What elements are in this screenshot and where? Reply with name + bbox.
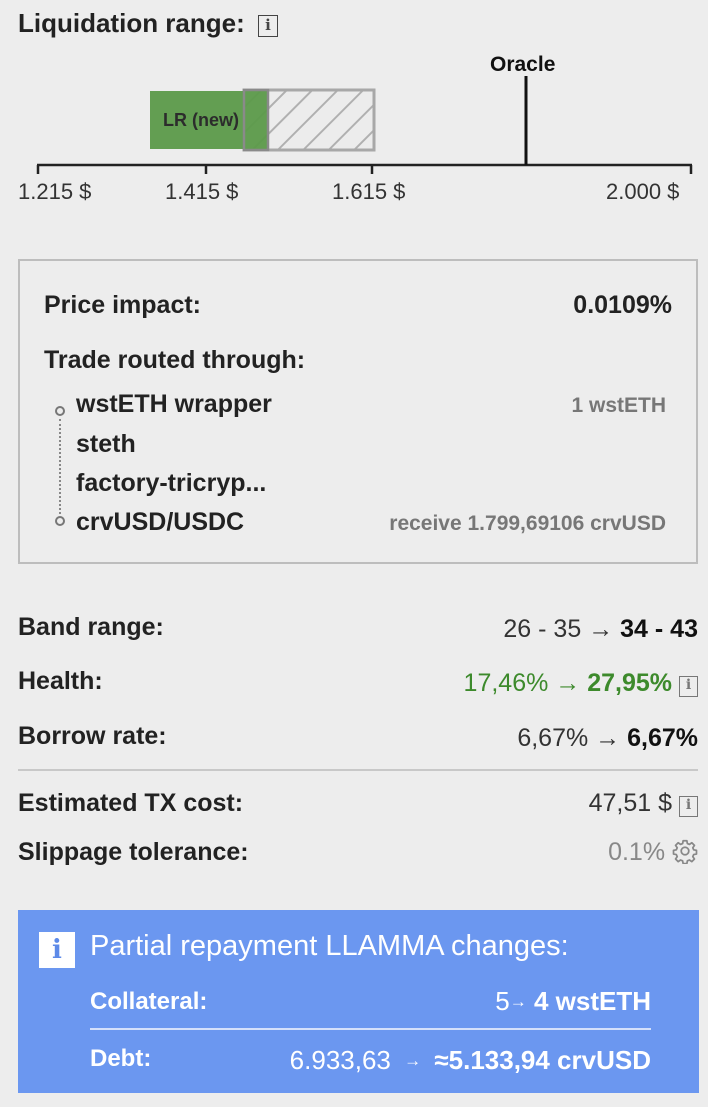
arrow-icon: →	[595, 724, 621, 752]
collateral-from: 5	[495, 986, 510, 1016]
band-range-to: 34 - 43	[620, 615, 698, 643]
gear-icon[interactable]	[672, 838, 698, 871]
health-from: 17,46%	[463, 669, 549, 697]
route-start-dot	[55, 406, 65, 416]
liquidation-range-label: Liquidation range:	[18, 8, 245, 38]
arrow-icon: →	[588, 615, 614, 643]
band-range-label: Band range:	[18, 613, 164, 641]
borrow-rate-to: 6,67%	[627, 724, 698, 752]
borrow-rate-value: 6,67% → 6,67%	[517, 724, 698, 753]
slippage-label: Slippage tolerance:	[18, 838, 249, 866]
liquidation-range-chart	[36, 76, 693, 174]
route-step: wstETH wrapper	[76, 390, 272, 418]
tx-cost-amount: 47,51 $	[588, 789, 673, 817]
arrow-icon: →	[555, 669, 581, 697]
route-receive-amount: receive 1.799,69106 crvUSD	[389, 512, 666, 535]
debt-from: 6.933,63	[289, 1045, 391, 1075]
collateral-to: 4 wstETH	[533, 986, 651, 1016]
llamma-changes-panel: i Partial repayment LLAMMA changes: Coll…	[18, 910, 699, 1093]
arrow-icon: →	[509, 992, 527, 1011]
trade-summary-card: Price impact: 0.0109% Trade routed throu…	[18, 259, 698, 564]
debt-to: ≈5.133,94 crvUSD	[434, 1045, 651, 1075]
info-icon: i	[39, 932, 75, 968]
oracle-label: Oracle	[490, 53, 556, 76]
health-info-icon[interactable]: i	[679, 676, 698, 697]
health-value: 17,46% → 27,95% i	[464, 669, 698, 698]
collateral-label: Collateral:	[90, 988, 208, 1015]
lr-new-label: LR (new)	[163, 110, 239, 130]
section-divider	[18, 769, 698, 771]
slippage-value: 0.1%	[608, 838, 698, 871]
slippage-amount: 0.1%	[608, 838, 666, 866]
tx-cost-value: 47,51 $ i	[589, 789, 698, 818]
route-input-amount: 1 wstETH	[571, 394, 666, 417]
routed-through-label: Trade routed through:	[44, 346, 306, 374]
health-label: Health:	[18, 667, 103, 695]
price-impact-value: 0.0109%	[573, 291, 672, 319]
tx-cost-info-icon[interactable]: i	[679, 796, 698, 817]
tx-cost-label: Estimated TX cost:	[18, 789, 244, 817]
band-range-from: 26 - 35	[503, 615, 582, 643]
price-impact-label: Price impact:	[44, 291, 202, 319]
axis-label-3: 1.615 $	[332, 179, 406, 204]
route-step: factory-tricryp...	[76, 469, 267, 497]
debt-label: Debt:	[90, 1045, 152, 1072]
liquidation-range-title: Liquidation range: i	[18, 8, 278, 39]
route-end-dot	[55, 516, 65, 526]
arrow-icon: →	[404, 1051, 422, 1070]
axis-label-max: 2.000 $	[606, 179, 680, 204]
axis-label-2: 1.415 $	[165, 179, 239, 204]
route-connector	[59, 419, 61, 514]
llamma-changes-title: Partial repayment LLAMMA changes:	[90, 930, 569, 962]
band-range-value: 26 - 35 → 34 - 43	[503, 615, 698, 644]
route-step: crvUSD/USDC	[76, 508, 245, 536]
debt-change: 6.933,63 → ≈5.133,94 crvUSD	[290, 1045, 651, 1076]
info-icon[interactable]: i	[258, 15, 278, 37]
changes-divider	[90, 1028, 651, 1030]
axis-label-min: 1.215 $	[18, 179, 92, 204]
collateral-change: 5→ 4 wstETH	[495, 986, 651, 1017]
route-step: steth	[76, 430, 136, 458]
health-to: 27,95%	[587, 669, 673, 697]
borrow-rate-from: 6,67%	[517, 724, 589, 752]
borrow-rate-label: Borrow rate:	[18, 722, 167, 750]
